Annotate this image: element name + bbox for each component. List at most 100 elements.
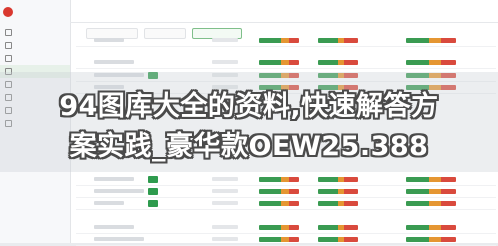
progress-segment [289,177,299,182]
owner-placeholder [212,189,238,193]
progress-segment [281,189,289,194]
sidebar-item-1[interactable] [0,26,70,39]
menu-icon [5,42,12,49]
progress-segment [344,38,358,43]
task-name-placeholder [94,60,134,64]
progress-segment [289,38,299,43]
progress-segment [289,225,299,230]
task-name-placeholder [94,237,144,241]
progress-bar [406,201,456,206]
task-row[interactable] [76,234,496,246]
progress-segment [406,177,429,182]
menu-icon [5,55,12,62]
progress-bar [406,237,456,242]
progress-bar [406,60,456,65]
owner-placeholder [212,237,238,241]
progress-bar [406,225,456,230]
owner-placeholder [212,38,238,42]
progress-segment [259,60,281,65]
progress-segment [428,38,441,43]
progress-segment [289,60,299,65]
progress-segment [441,225,456,230]
progress-segment [406,60,429,65]
progress-segment [259,189,281,194]
status-tag [148,200,158,207]
progress-segment [318,201,338,206]
progress-segment [289,189,299,194]
progress-segment [281,38,289,43]
progress-segment [344,60,358,65]
headline-line-2: 案实践_豪华款OEW25.388 [69,131,429,162]
progress-segment [318,189,338,194]
progress-segment [441,201,456,206]
task-name-placeholder [94,189,144,193]
progress-bar [406,38,456,43]
sidebar-item-3[interactable] [0,52,70,65]
menu-icon [5,29,12,36]
progress-segment [406,201,429,206]
progress-bar [259,38,299,43]
progress-segment [289,201,299,206]
progress-segment [281,237,289,242]
top-bar [70,0,498,23]
task-row[interactable] [76,35,496,47]
app-window: 94图库大全的资料,快速解答方 案实践_豪华款OEW25.388 [0,0,498,246]
progress-segment [428,201,441,206]
progress-bar [318,60,358,65]
progress-bar [318,189,358,194]
progress-segment [344,177,358,182]
progress-segment [441,60,456,65]
status-tag [148,176,158,183]
progress-segment [318,177,338,182]
task-name-placeholder [94,177,134,181]
progress-segment [344,189,358,194]
progress-bar [259,237,299,242]
progress-segment [259,177,281,182]
app-logo [3,6,67,18]
progress-bar [406,177,456,182]
progress-segment [318,38,338,43]
progress-segment [441,177,456,182]
progress-segment [441,189,456,194]
progress-bar [318,201,358,206]
owner-placeholder [212,225,238,229]
progress-bar [406,189,456,194]
task-row[interactable] [76,57,496,69]
progress-segment [406,237,429,242]
progress-segment [318,60,338,65]
owner-placeholder [212,201,238,205]
owner-placeholder [212,60,238,64]
progress-bar [259,60,299,65]
task-name-placeholder [94,38,124,42]
task-row[interactable] [76,186,496,198]
task-row[interactable] [76,198,496,210]
progress-segment [281,60,289,65]
progress-segment [441,38,456,43]
progress-segment [318,225,338,230]
progress-segment [259,237,281,242]
progress-segment [344,201,358,206]
progress-segment [428,225,441,230]
progress-segment [428,189,441,194]
progress-segment [344,237,358,242]
progress-bar [318,225,358,230]
progress-bar [318,38,358,43]
progress-segment [406,189,429,194]
headline-line-1: 94图库大全的资料,快速解答方 [59,91,439,122]
sidebar-item-2[interactable] [0,39,70,52]
status-tag [148,188,158,195]
progress-segment [318,237,338,242]
progress-segment [406,225,429,230]
task-row[interactable] [76,174,496,186]
task-row[interactable] [76,222,496,234]
progress-segment [428,60,441,65]
progress-segment [406,38,429,43]
progress-segment [344,225,358,230]
progress-segment [289,237,299,242]
progress-bar [259,177,299,182]
progress-segment [428,237,441,242]
progress-segment [281,201,289,206]
progress-segment [441,237,456,242]
progress-bar [259,201,299,206]
progress-segment [259,225,281,230]
